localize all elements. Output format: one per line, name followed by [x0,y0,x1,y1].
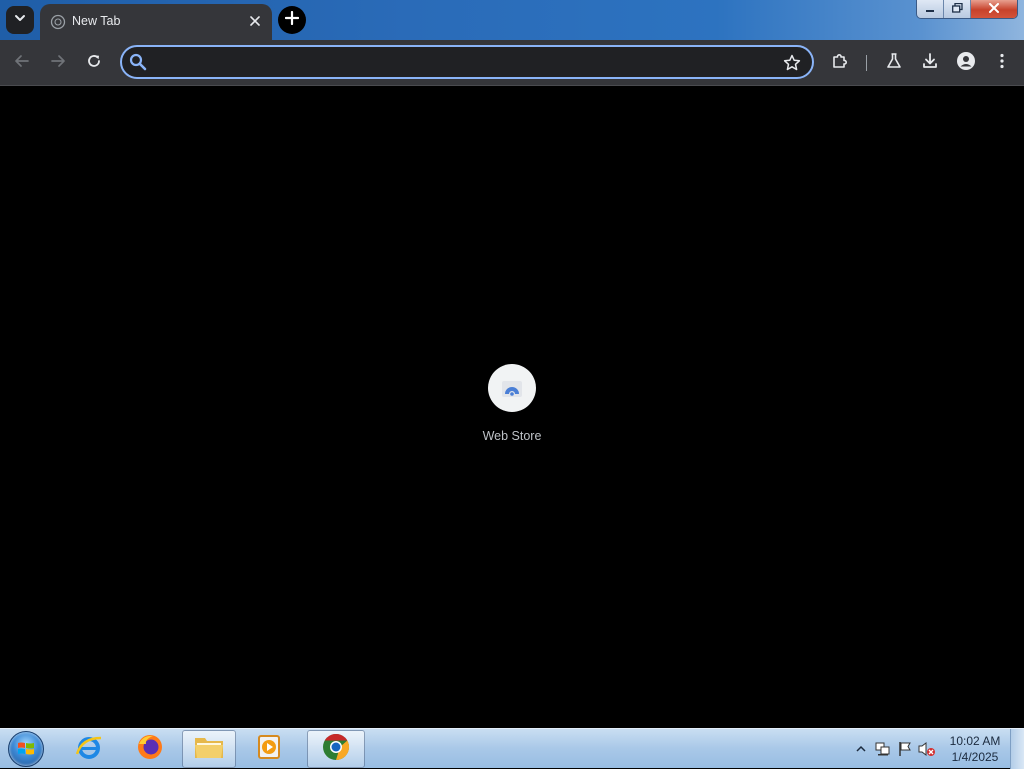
address-bar[interactable] [120,45,814,79]
new-tab-page: Web Store [0,87,1024,728]
taskbar-file-explorer[interactable] [182,730,236,768]
download-icon [921,52,939,75]
browser-toolbar [0,40,1024,86]
taskbar-firefox[interactable] [121,730,179,768]
star-icon[interactable] [782,53,802,73]
close-icon [988,0,1000,18]
flask-icon [885,52,903,75]
clock-date: 1/4/2025 [951,750,999,764]
folder-icon [193,733,225,766]
minimize-icon [925,0,935,18]
action-center-flag-icon[interactable] [894,738,916,760]
tab-search-button[interactable] [6,6,34,34]
kebab-icon [999,53,1005,74]
puzzle-icon [831,52,849,75]
globe-icon [50,14,66,30]
arrow-left-icon [14,53,30,74]
arrow-right-icon [50,53,66,74]
media-player-icon [257,733,287,766]
tab-title: New Tab [72,14,121,28]
shortcut-label: Web Store [482,429,542,443]
clock-time: 10:02 AM [949,734,1001,748]
forward-button[interactable] [44,49,72,77]
back-button[interactable] [8,49,36,77]
taskbar-media-player[interactable] [243,730,301,768]
close-window-button[interactable] [971,0,1017,18]
windows-logo-icon [8,731,44,767]
reload-icon [86,53,102,74]
new-tab-button[interactable] [278,6,306,34]
reload-button[interactable] [80,49,108,77]
clock[interactable]: 10:02 AM 1/4/2025 [944,733,1006,765]
plus-icon [284,10,300,30]
browser-title-bar: New Tab [0,0,1024,40]
taskbar-chrome[interactable] [307,730,365,768]
taskbar-internet-explorer[interactable] [60,730,118,768]
web-store-icon [488,364,536,412]
system-tray: 10:02 AM 1/4/2025 [850,729,1024,769]
search-icon [128,52,148,72]
restore-icon [951,0,963,18]
show-hidden-icon[interactable] [850,738,872,760]
downloads-button[interactable] [916,49,944,77]
extensions-button[interactable] [826,49,854,77]
labs-button[interactable] [880,49,908,77]
address-input[interactable] [154,53,774,73]
firefox-icon [135,732,165,767]
show-desktop-button[interactable] [1010,729,1024,769]
chevron-down-icon [13,11,27,30]
taskbar: 10:02 AM 1/4/2025 [0,728,1024,769]
menu-button[interactable] [988,49,1016,77]
close-icon[interactable] [246,12,264,30]
start-button[interactable] [6,730,46,768]
window-controls [916,0,1018,19]
shortcut-web-store[interactable]: Web Store [472,364,552,454]
minimize-button[interactable] [917,0,944,18]
restore-button[interactable] [944,0,971,18]
tab-new-tab[interactable]: New Tab [40,4,272,40]
volume-muted-icon[interactable] [916,738,938,760]
profile-button[interactable] [952,49,980,77]
network-icon[interactable] [872,738,894,760]
toolbar-separator [866,55,867,71]
ie-icon [74,732,104,767]
person-icon [956,51,976,76]
chrome-icon [320,731,352,768]
